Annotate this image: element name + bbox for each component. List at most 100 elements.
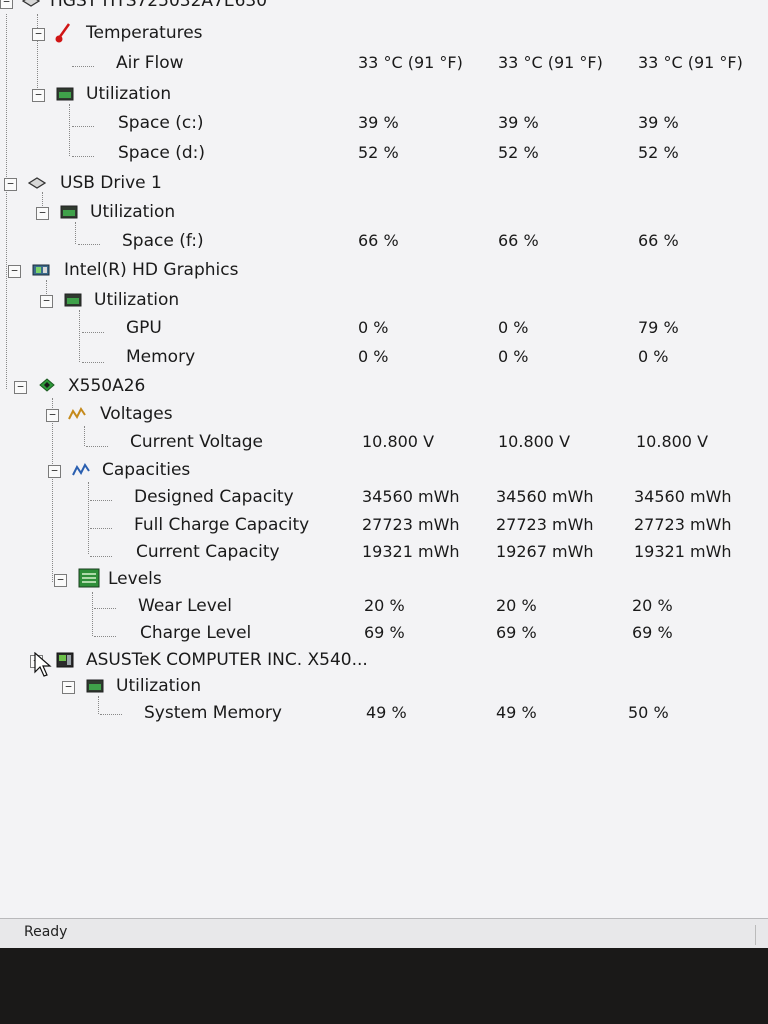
sensor-tree[interactable]: − HGST HTS725032A7E630 − Temperatures Ai… bbox=[0, 0, 768, 918]
utilization-icon bbox=[86, 679, 104, 693]
capacity-icon bbox=[72, 463, 90, 476]
sensor-system-memory[interactable]: System Memory 49 % 49 % 50 % bbox=[0, 700, 768, 728]
sensor-label: Space (f:) bbox=[122, 231, 204, 251]
group-label: Utilization bbox=[90, 202, 176, 222]
group-label: Temperatures bbox=[86, 23, 203, 43]
value-current: 20 % bbox=[364, 596, 405, 615]
sensor-current-capacity[interactable]: Current Capacity 19321 mWh 19267 mWh 193… bbox=[0, 539, 768, 567]
value-min: 49 % bbox=[496, 703, 537, 722]
tree-node-utilization[interactable]: − Utilization bbox=[0, 199, 768, 227]
drive-icon bbox=[28, 177, 46, 189]
hwmonitor-window: − HGST HTS725032A7E630 − Temperatures Ai… bbox=[0, 0, 768, 949]
utilization-icon bbox=[56, 87, 74, 101]
sensor-gpu[interactable]: GPU 0 % 0 % 79 % bbox=[0, 315, 768, 343]
device-name: HGST HTS725032A7E630 bbox=[50, 0, 268, 11]
thermometer-icon bbox=[55, 23, 71, 43]
value-min: 66 % bbox=[498, 231, 539, 250]
collapse-toggle[interactable]: − bbox=[4, 178, 17, 191]
tree-node-capacities[interactable]: − Capacities bbox=[0, 457, 768, 485]
collapse-toggle[interactable]: − bbox=[40, 295, 53, 308]
collapse-toggle[interactable]: − bbox=[8, 265, 21, 278]
value-max: 27723 mWh bbox=[634, 515, 732, 534]
tree-node-temperatures[interactable]: − Temperatures bbox=[0, 20, 768, 48]
value-max: 20 % bbox=[632, 596, 673, 615]
sensor-space-f[interactable]: Space (f:) 66 % 66 % 66 % bbox=[0, 228, 768, 256]
collapse-toggle[interactable]: − bbox=[36, 207, 49, 220]
sensor-label: Current Capacity bbox=[136, 542, 280, 562]
sensor-label: Wear Level bbox=[138, 596, 232, 616]
value-current: 69 % bbox=[364, 623, 405, 642]
value-max: 66 % bbox=[638, 231, 679, 250]
collapse-toggle[interactable]: − bbox=[54, 574, 67, 587]
tree-node-hdd[interactable]: − HGST HTS725032A7E630 bbox=[0, 0, 768, 16]
levels-icon bbox=[78, 568, 100, 588]
value-max: 33 °C (91 °F) bbox=[638, 53, 743, 72]
value-max: 0 % bbox=[638, 347, 669, 366]
value-min: 0 % bbox=[498, 318, 529, 337]
tree-node-levels[interactable]: − Levels bbox=[0, 566, 768, 594]
value-current: 33 °C (91 °F) bbox=[358, 53, 463, 72]
value-min: 52 % bbox=[498, 143, 539, 162]
sensor-label: Air Flow bbox=[116, 53, 184, 73]
tree-node-utilization[interactable]: − Utilization bbox=[0, 673, 768, 701]
group-label: Voltages bbox=[100, 404, 173, 424]
device-name: USB Drive 1 bbox=[60, 173, 162, 193]
sensor-label: Memory bbox=[126, 347, 196, 367]
collapse-toggle[interactable]: − bbox=[0, 0, 13, 9]
battery-icon bbox=[39, 378, 55, 392]
group-label: Utilization bbox=[86, 84, 172, 104]
sensor-designed-capacity[interactable]: Designed Capacity 34560 mWh 34560 mWh 34… bbox=[0, 484, 768, 512]
resize-grip[interactable] bbox=[755, 925, 768, 945]
tree-node-utilization[interactable]: − Utilization bbox=[0, 81, 768, 109]
tree-node-utilization[interactable]: − Utilization bbox=[0, 287, 768, 315]
sensor-label: Space (d:) bbox=[118, 143, 205, 163]
tree-node-battery[interactable]: − X550A26 bbox=[0, 373, 768, 401]
value-max: 39 % bbox=[638, 113, 679, 132]
sensor-air-flow[interactable]: Air Flow 33 °C (91 °F) 33 °C (91 °F) 33 … bbox=[0, 50, 768, 78]
sensor-label: Space (c:) bbox=[118, 113, 204, 133]
sensor-full-charge-capacity[interactable]: Full Charge Capacity 27723 mWh 27723 mWh… bbox=[0, 512, 768, 540]
value-min: 19267 mWh bbox=[496, 542, 594, 561]
sensor-label: Full Charge Capacity bbox=[134, 515, 310, 535]
drive-icon bbox=[22, 0, 40, 7]
utilization-icon bbox=[60, 205, 78, 219]
value-max: 79 % bbox=[638, 318, 679, 337]
tree-node-gpu[interactable]: − Intel(R) HD Graphics bbox=[0, 257, 768, 285]
sensor-wear-level[interactable]: Wear Level 20 % 20 % 20 % bbox=[0, 593, 768, 621]
tree-node-motherboard[interactable]: − ASUSTeK COMPUTER INC. X540... bbox=[0, 647, 768, 675]
collapse-toggle[interactable]: − bbox=[14, 381, 27, 394]
collapse-toggle[interactable]: − bbox=[32, 89, 45, 102]
value-current: 27723 mWh bbox=[362, 515, 460, 534]
monitor-bezel bbox=[0, 948, 768, 1024]
sensor-current-voltage[interactable]: Current Voltage 10.800 V 10.800 V 10.800… bbox=[0, 429, 768, 457]
collapse-toggle[interactable]: − bbox=[62, 681, 75, 694]
status-text: Ready bbox=[24, 924, 68, 940]
value-min: 20 % bbox=[496, 596, 537, 615]
value-current: 0 % bbox=[358, 318, 389, 337]
value-max: 50 % bbox=[628, 703, 669, 722]
device-name: Intel(R) HD Graphics bbox=[64, 260, 239, 280]
tree-node-usb-drive[interactable]: − USB Drive 1 bbox=[0, 170, 768, 198]
value-current: 34560 mWh bbox=[362, 487, 460, 506]
group-label: Utilization bbox=[116, 676, 202, 696]
value-max: 10.800 V bbox=[636, 432, 709, 451]
tree-node-voltages[interactable]: − Voltages bbox=[0, 401, 768, 429]
device-name: X550A26 bbox=[68, 376, 146, 396]
value-min: 0 % bbox=[498, 347, 529, 366]
collapse-toggle[interactable]: − bbox=[46, 409, 59, 422]
value-current: 39 % bbox=[358, 113, 399, 132]
motherboard-icon bbox=[56, 652, 74, 668]
sensor-space-d[interactable]: Space (d:) 52 % 52 % 52 % bbox=[0, 140, 768, 168]
status-bar: Ready bbox=[0, 918, 768, 949]
collapse-toggle[interactable]: − bbox=[32, 28, 45, 41]
sensor-charge-level[interactable]: Charge Level 69 % 69 % 69 % bbox=[0, 620, 768, 648]
sensor-space-c[interactable]: Space (c:) 39 % 39 % 39 % bbox=[0, 110, 768, 138]
value-max: 34560 mWh bbox=[634, 487, 732, 506]
collapse-toggle[interactable]: − bbox=[48, 465, 61, 478]
value-min: 34560 mWh bbox=[496, 487, 594, 506]
value-current: 52 % bbox=[358, 143, 399, 162]
sensor-gpu-memory[interactable]: Memory 0 % 0 % 0 % bbox=[0, 344, 768, 372]
group-label: Utilization bbox=[94, 290, 180, 310]
group-label: Capacities bbox=[102, 460, 191, 480]
sensor-label: GPU bbox=[126, 318, 162, 338]
